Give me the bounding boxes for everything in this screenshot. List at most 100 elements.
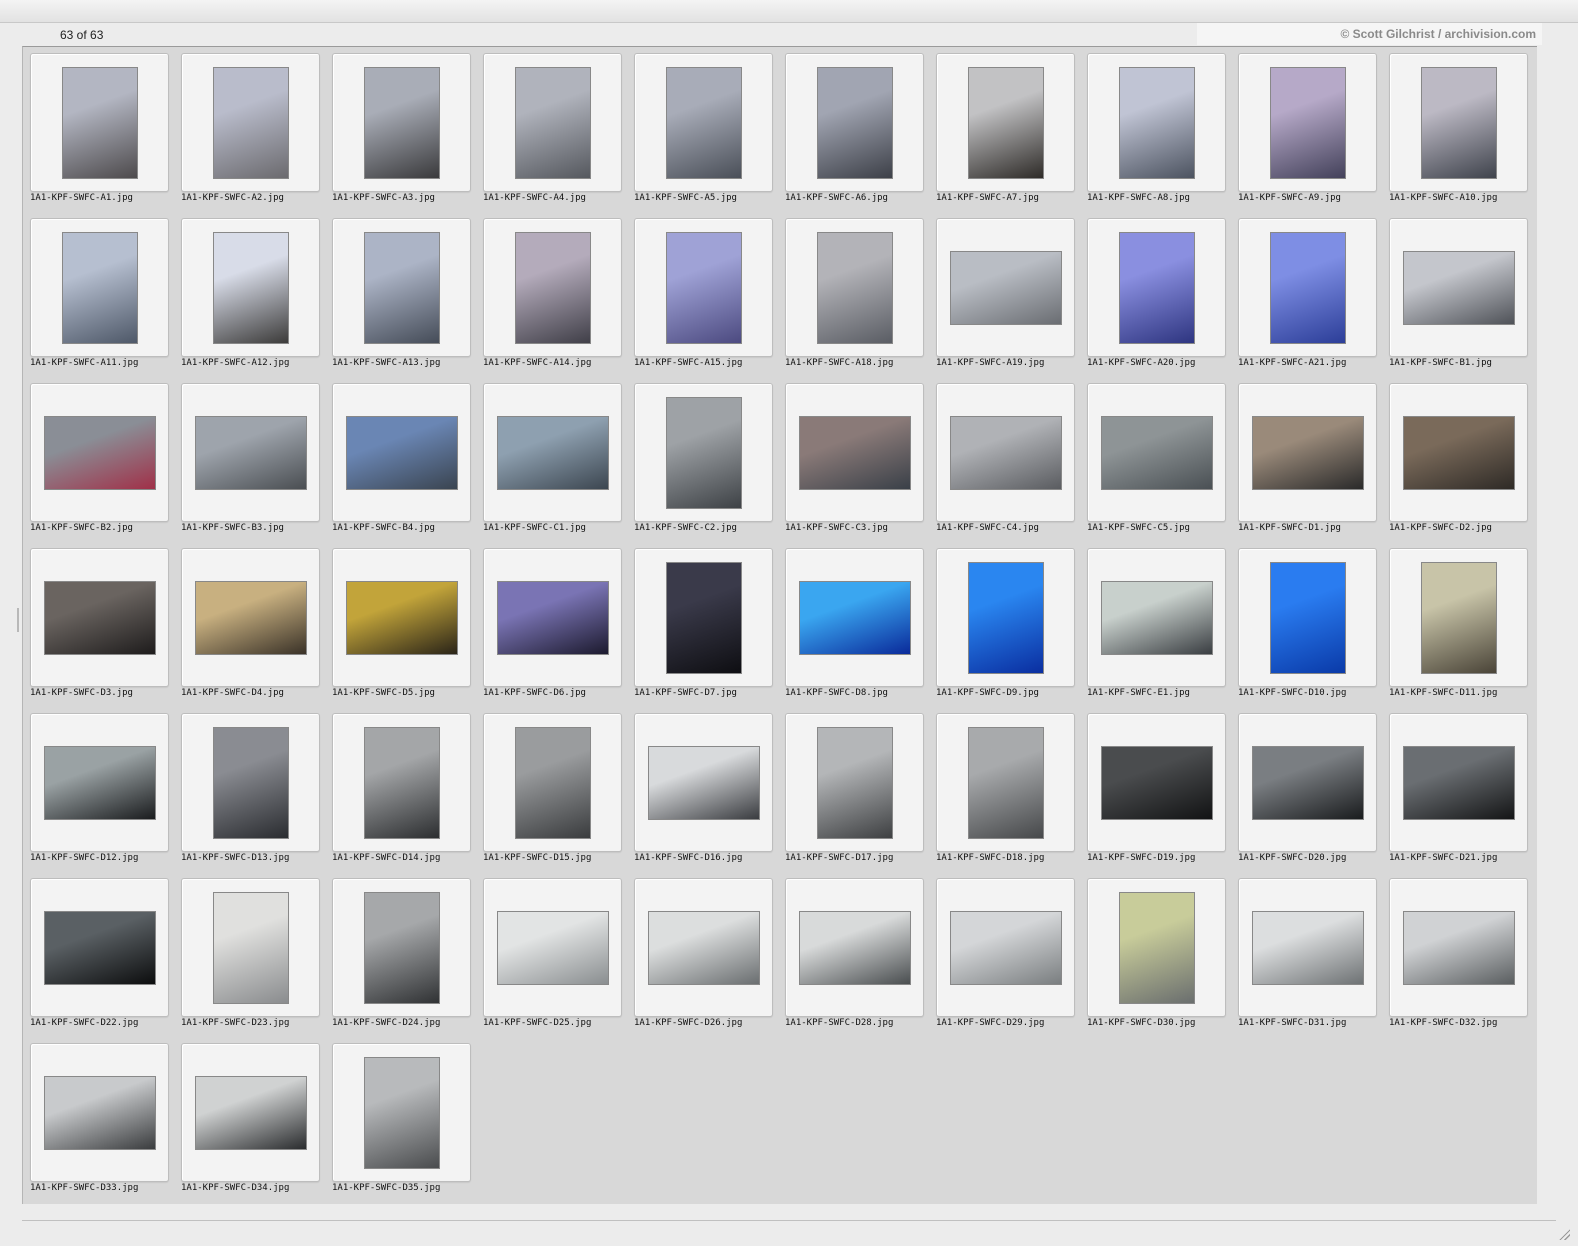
thumbnail-image[interactable]	[363, 891, 440, 1004]
thumbnail-item[interactable]: 1A1-KPF-SWFC-D21.jpg	[1389, 713, 1528, 873]
thumbnail-image[interactable]	[212, 231, 289, 344]
thumbnail-frame[interactable]	[332, 218, 471, 357]
thumbnail-image[interactable]	[194, 1075, 307, 1150]
thumbnail-frame[interactable]	[332, 383, 471, 522]
thumbnail-frame[interactable]	[936, 53, 1075, 192]
thumbnail-frame[interactable]	[1389, 53, 1528, 192]
thumbnail-image[interactable]	[212, 891, 289, 1004]
thumbnail-frame[interactable]	[1238, 713, 1377, 852]
thumbnail-item[interactable]: 1A1-KPF-SWFC-A13.jpg	[332, 218, 471, 378]
thumbnail-frame[interactable]	[332, 713, 471, 852]
thumbnail-image[interactable]	[212, 726, 289, 839]
thumbnail-item[interactable]: 1A1-KPF-SWFC-D30.jpg	[1087, 878, 1226, 1038]
thumbnail-image[interactable]	[514, 231, 591, 344]
thumbnail-image[interactable]	[61, 231, 138, 344]
thumbnail-frame[interactable]	[30, 218, 169, 357]
thumbnail-item[interactable]: 1A1-KPF-SWFC-D28.jpg	[785, 878, 924, 1038]
thumbnail-frame[interactable]	[483, 383, 622, 522]
thumbnail-image[interactable]	[665, 66, 742, 179]
thumbnail-frame[interactable]	[1087, 53, 1226, 192]
thumbnail-item[interactable]: 1A1-KPF-SWFC-D4.jpg	[181, 548, 320, 708]
thumbnail-frame[interactable]	[936, 878, 1075, 1017]
thumbnail-frame[interactable]	[181, 878, 320, 1017]
thumbnail-item[interactable]: 1A1-KPF-SWFC-C5.jpg	[1087, 383, 1226, 543]
thumbnail-item[interactable]: 1A1-KPF-SWFC-D32.jpg	[1389, 878, 1528, 1038]
thumbnail-item[interactable]: 1A1-KPF-SWFC-A12.jpg	[181, 218, 320, 378]
thumbnail-frame[interactable]	[634, 218, 773, 357]
thumbnail-image[interactable]	[798, 415, 911, 490]
thumbnail-image[interactable]	[194, 415, 307, 490]
thumbnail-image[interactable]	[1251, 745, 1364, 820]
thumbnail-frame[interactable]	[1087, 218, 1226, 357]
thumbnail-frame[interactable]	[936, 713, 1075, 852]
splitter-handle[interactable]	[17, 608, 19, 632]
thumbnail-image[interactable]	[345, 415, 458, 490]
thumbnail-image[interactable]	[1269, 561, 1346, 674]
thumbnail-frame[interactable]	[785, 53, 924, 192]
thumbnail-item[interactable]: 1A1-KPF-SWFC-A15.jpg	[634, 218, 773, 378]
thumbnail-image[interactable]	[816, 66, 893, 179]
thumbnail-frame[interactable]	[30, 548, 169, 687]
thumbnail-frame[interactable]	[181, 548, 320, 687]
thumbnail-frame[interactable]	[1087, 383, 1226, 522]
thumbnail-item[interactable]: 1A1-KPF-SWFC-C1.jpg	[483, 383, 622, 543]
thumbnail-frame[interactable]	[483, 218, 622, 357]
thumbnail-image[interactable]	[496, 580, 609, 655]
thumbnail-item[interactable]: 1A1-KPF-SWFC-D31.jpg	[1238, 878, 1377, 1038]
thumbnail-frame[interactable]	[785, 878, 924, 1017]
thumbnail-frame[interactable]	[634, 383, 773, 522]
thumbnail-item[interactable]: 1A1-KPF-SWFC-A3.jpg	[332, 53, 471, 213]
thumbnail-image[interactable]	[1251, 415, 1364, 490]
thumbnail-frame[interactable]	[483, 878, 622, 1017]
scrollbar-gutter[interactable]	[1537, 46, 1555, 1204]
thumbnail-image[interactable]	[967, 66, 1044, 179]
thumbnail-image[interactable]	[43, 580, 156, 655]
thumbnail-frame[interactable]	[30, 53, 169, 192]
thumbnail-image[interactable]	[43, 1075, 156, 1150]
thumbnail-image[interactable]	[816, 726, 893, 839]
thumbnail-image[interactable]	[1269, 231, 1346, 344]
thumbnail-image[interactable]	[1402, 745, 1515, 820]
thumbnail-frame[interactable]	[1389, 713, 1528, 852]
thumbnail-frame[interactable]	[634, 713, 773, 852]
thumbnail-image[interactable]	[1100, 580, 1213, 655]
thumbnail-frame[interactable]	[332, 878, 471, 1017]
thumbnail-frame[interactable]	[332, 548, 471, 687]
thumbnail-frame[interactable]	[785, 548, 924, 687]
thumbnail-image[interactable]	[665, 561, 742, 674]
thumbnail-image[interactable]	[1402, 910, 1515, 985]
thumbnail-image[interactable]	[1118, 231, 1195, 344]
thumbnail-item[interactable]: 1A1-KPF-SWFC-D25.jpg	[483, 878, 622, 1038]
thumbnail-item[interactable]: 1A1-KPF-SWFC-D1.jpg	[1238, 383, 1377, 543]
thumbnail-frame[interactable]	[1389, 383, 1528, 522]
thumbnail-item[interactable]: 1A1-KPF-SWFC-D6.jpg	[483, 548, 622, 708]
thumbnail-image[interactable]	[514, 66, 591, 179]
thumbnail-item[interactable]: 1A1-KPF-SWFC-D5.jpg	[332, 548, 471, 708]
thumbnail-frame[interactable]	[181, 53, 320, 192]
thumbnail-image[interactable]	[1420, 66, 1497, 179]
thumbnail-image[interactable]	[363, 726, 440, 839]
thumbnail-item[interactable]: 1A1-KPF-SWFC-D23.jpg	[181, 878, 320, 1038]
thumbnail-frame[interactable]	[1087, 548, 1226, 687]
thumbnail-image[interactable]	[1269, 66, 1346, 179]
thumbnail-image[interactable]	[647, 745, 760, 820]
thumbnail-image[interactable]	[949, 910, 1062, 985]
thumbnail-image[interactable]	[665, 231, 742, 344]
thumbnail-frame[interactable]	[1389, 218, 1528, 357]
thumbnail-item[interactable]: 1A1-KPF-SWFC-D8.jpg	[785, 548, 924, 708]
thumbnail-image[interactable]	[1251, 910, 1364, 985]
thumbnail-frame[interactable]	[30, 878, 169, 1017]
thumbnail-frame[interactable]	[30, 1043, 169, 1182]
thumbnail-frame[interactable]	[634, 53, 773, 192]
thumbnail-image[interactable]	[43, 745, 156, 820]
thumbnail-item[interactable]: 1A1-KPF-SWFC-C3.jpg	[785, 383, 924, 543]
thumbnail-item[interactable]: 1A1-KPF-SWFC-D22.jpg	[30, 878, 169, 1038]
thumbnail-frame[interactable]	[483, 548, 622, 687]
thumbnail-item[interactable]: 1A1-KPF-SWFC-D26.jpg	[634, 878, 773, 1038]
thumbnail-image[interactable]	[61, 66, 138, 179]
thumbnail-image[interactable]	[798, 910, 911, 985]
thumbnail-item[interactable]: 1A1-KPF-SWFC-B3.jpg	[181, 383, 320, 543]
thumbnail-item[interactable]: 1A1-KPF-SWFC-C2.jpg	[634, 383, 773, 543]
thumbnail-item[interactable]: 1A1-KPF-SWFC-A9.jpg	[1238, 53, 1377, 213]
thumbnail-item[interactable]: 1A1-KPF-SWFC-D19.jpg	[1087, 713, 1226, 873]
